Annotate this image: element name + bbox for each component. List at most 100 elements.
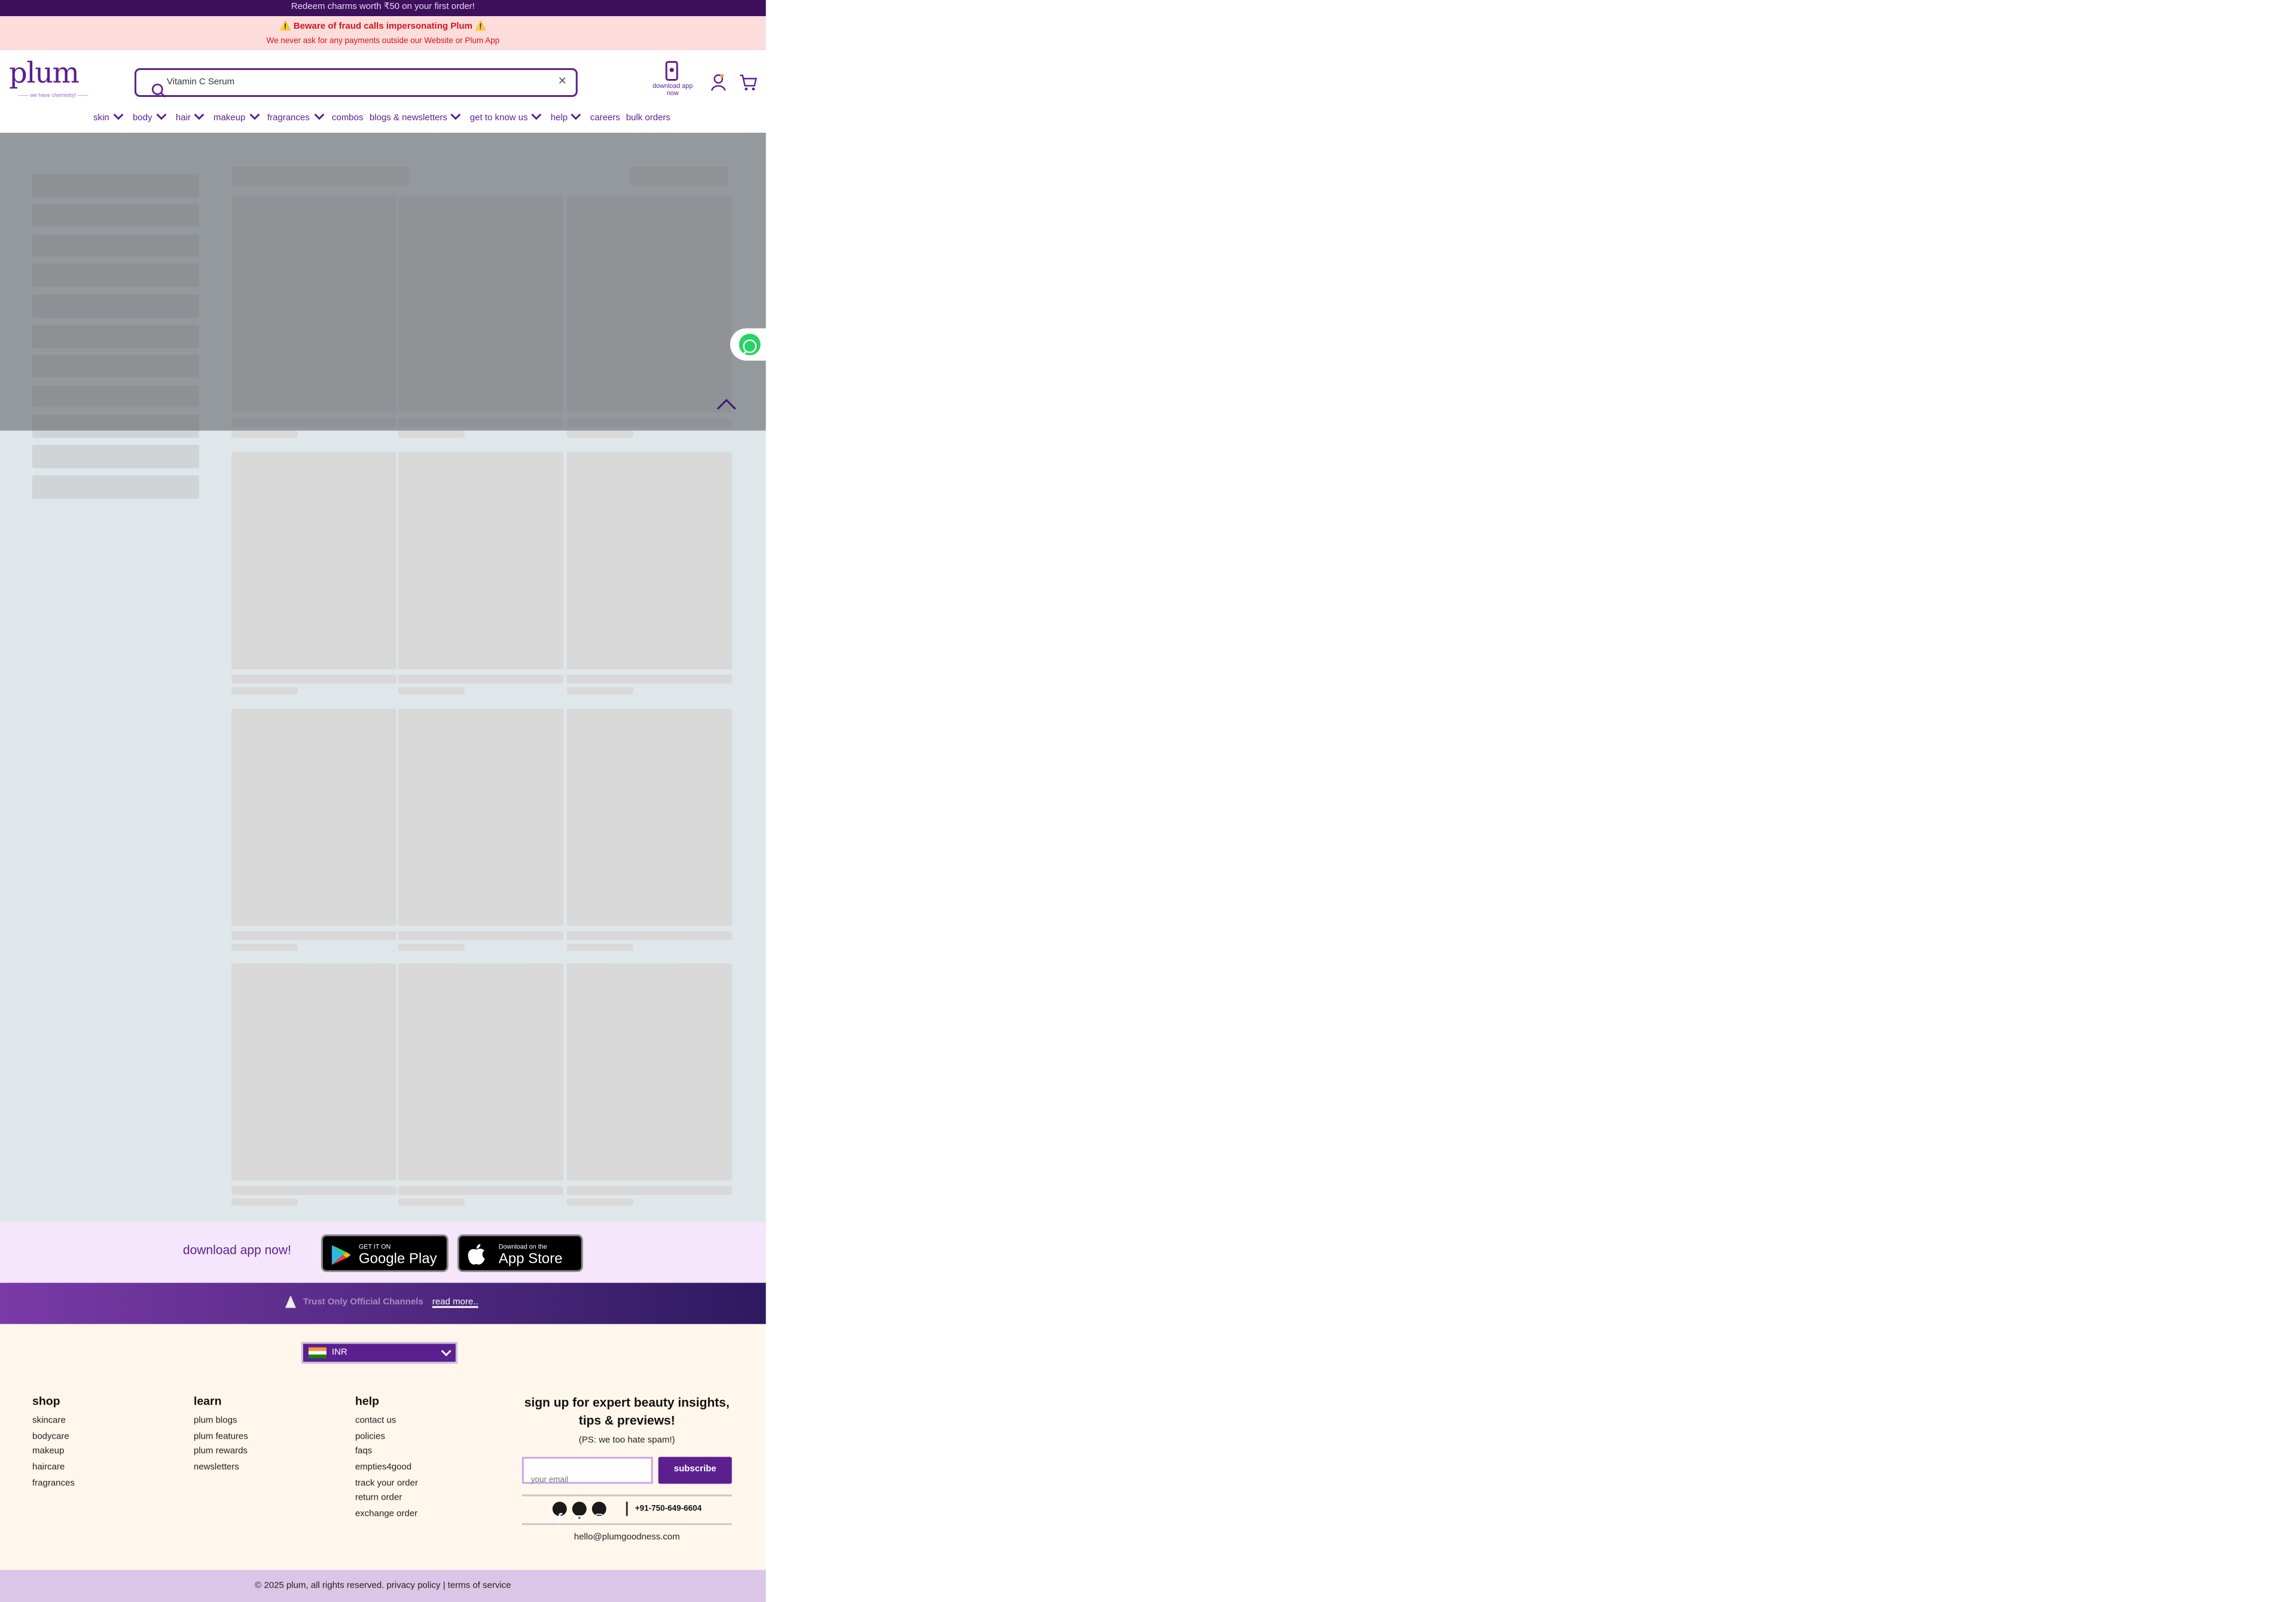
skeleton-product-line bbox=[398, 1186, 563, 1196]
search-bar[interactable]: Vitamin C Serum ✕ bbox=[134, 68, 578, 98]
skeleton-product-line bbox=[398, 943, 465, 951]
footer-link[interactable]: faqs bbox=[355, 1446, 418, 1462]
footer-link[interactable]: haircare bbox=[32, 1463, 75, 1478]
skeleton-product-line bbox=[566, 943, 633, 951]
nav-item-get-to-know-us[interactable]: get to know us bbox=[470, 108, 542, 124]
fraud-subtitle: We never ask for any payments outside ou… bbox=[266, 35, 500, 45]
skeleton-product-line bbox=[566, 687, 633, 695]
chevron-up-icon[interactable] bbox=[716, 388, 737, 410]
email-address[interactable]: hello@plumgoodness.com bbox=[520, 1532, 734, 1543]
skeleton-product-image bbox=[231, 452, 397, 669]
skeleton-product-image bbox=[398, 964, 563, 1181]
chevron-down-icon bbox=[441, 1346, 450, 1356]
logo-tagline: —— we have chemistry! —— bbox=[17, 91, 89, 99]
nav-item-hair[interactable]: hair bbox=[175, 108, 205, 124]
cart-icon[interactable] bbox=[739, 68, 757, 91]
youtube-icon[interactable] bbox=[572, 1502, 587, 1521]
currency-selector[interactable]: INR bbox=[301, 1342, 458, 1364]
skeleton-product-line bbox=[398, 687, 465, 695]
phone-number[interactable]: +91-750-649-6604 bbox=[635, 1503, 702, 1512]
nav-item-makeup[interactable]: makeup bbox=[214, 108, 260, 124]
skeleton-product-line bbox=[566, 1186, 732, 1196]
app-store-button[interactable]: Download on the App Store bbox=[457, 1234, 583, 1272]
trust-text: Trust Only Official Channels bbox=[303, 1297, 423, 1308]
footer-link[interactable]: return order bbox=[355, 1494, 418, 1509]
skeleton-filter-row bbox=[32, 445, 199, 468]
skeleton-product-line bbox=[231, 1199, 298, 1207]
nav-item-body[interactable]: body bbox=[133, 108, 166, 124]
newsletter-signup: sign up for expert beauty insights, tips… bbox=[520, 1396, 734, 1543]
skeleton-product-line bbox=[231, 674, 397, 684]
footer-link[interactable]: fragrances bbox=[32, 1478, 75, 1494]
nav-item-bulk-orders[interactable]: bulk orders bbox=[626, 113, 670, 124]
search-icon[interactable] bbox=[151, 75, 167, 98]
nav-label: hair bbox=[175, 112, 191, 124]
instagram-icon[interactable] bbox=[591, 1502, 606, 1522]
chevron-down-icon bbox=[155, 108, 166, 119]
promo-bar[interactable]: Redeem charms worth ₹50 on your first or… bbox=[0, 0, 766, 16]
nav-item-help[interactable]: help bbox=[550, 108, 582, 124]
skeleton-product-image bbox=[231, 708, 397, 925]
plum-logo[interactable]: plum —— we have chemistry! —— bbox=[8, 55, 89, 99]
close-icon[interactable]: ✕ bbox=[558, 75, 567, 90]
footer-col-help: help contact us policies faqs empties4go… bbox=[355, 1396, 418, 1524]
footer-heading: learn bbox=[193, 1396, 222, 1409]
footer-col-learn: learn plum blogs plum features plum rewa… bbox=[194, 1396, 248, 1478]
nav-item-combos[interactable]: combos bbox=[332, 113, 364, 124]
trust-read-more-link[interactable]: read more.. bbox=[432, 1297, 478, 1308]
footer-link[interactable]: plum blogs bbox=[194, 1415, 248, 1431]
footer-link[interactable]: plum rewards bbox=[194, 1446, 248, 1462]
newsletter-heading: sign up for expert beauty insights, tips… bbox=[524, 1397, 730, 1427]
footer-link[interactable]: makeup bbox=[32, 1446, 75, 1462]
search-input[interactable]: Vitamin C Serum bbox=[167, 77, 234, 88]
chevron-down-icon bbox=[532, 108, 542, 119]
nav-label: help bbox=[550, 112, 568, 124]
skeleton-product-line bbox=[566, 1199, 633, 1207]
chevron-down-icon bbox=[249, 108, 260, 119]
nav-item-careers[interactable]: careers bbox=[590, 113, 620, 124]
skeleton-product-line bbox=[231, 943, 298, 951]
nav-label: blogs & newsletters bbox=[369, 112, 447, 124]
dim-overlay bbox=[0, 132, 766, 431]
whatsapp-button[interactable] bbox=[730, 328, 766, 361]
footer-link[interactable]: bodycare bbox=[32, 1431, 75, 1446]
site-header: plum —— we have chemistry! —— Vitamin C … bbox=[0, 50, 766, 133]
footer-link[interactable]: skincare bbox=[32, 1415, 75, 1431]
footer-heading: shop bbox=[32, 1396, 60, 1409]
copyright-bar: © 2025 plum, all rights reserved. privac… bbox=[0, 1570, 766, 1602]
footer-link[interactable]: plum features bbox=[194, 1431, 248, 1446]
footer-link[interactable]: exchange order bbox=[355, 1509, 418, 1525]
chevron-down-icon bbox=[313, 108, 324, 119]
skeleton-product-line bbox=[398, 930, 563, 940]
footer-link[interactable]: empties4good bbox=[355, 1463, 418, 1478]
subscribe-button[interactable]: subscribe bbox=[658, 1457, 732, 1484]
newsletter-subheading: (PS: we too hate spam!) bbox=[578, 1435, 675, 1446]
footer-link[interactable]: track your order bbox=[355, 1478, 418, 1494]
footer-link[interactable]: policies bbox=[355, 1431, 418, 1446]
app-store-large: App Store bbox=[498, 1250, 563, 1267]
facebook-icon[interactable] bbox=[552, 1502, 567, 1524]
chevron-down-icon bbox=[451, 108, 462, 119]
divider bbox=[522, 1494, 732, 1497]
skeleton-product-line bbox=[231, 930, 397, 940]
skeleton-product-line bbox=[566, 674, 732, 684]
chevron-down-icon bbox=[113, 108, 124, 119]
skeleton-product-line bbox=[566, 930, 732, 940]
chevron-down-icon bbox=[194, 108, 205, 119]
download-app-band: download app now! GET IT ON Google Play … bbox=[0, 1222, 766, 1283]
nav-label: careers bbox=[590, 112, 620, 124]
footer-link[interactable]: newsletters bbox=[194, 1463, 248, 1478]
email-field[interactable] bbox=[523, 1467, 653, 1491]
google-play-icon bbox=[330, 1243, 352, 1275]
google-play-button[interactable]: GET IT ON Google Play bbox=[321, 1234, 449, 1272]
nav-item-fragrances[interactable]: fragrances bbox=[267, 108, 324, 124]
footer-link[interactable]: contact us bbox=[355, 1415, 418, 1431]
app-store-small: Download on the bbox=[498, 1243, 547, 1251]
google-play-small: GET IT ON bbox=[358, 1243, 391, 1251]
download-app-text: download app now! bbox=[182, 1245, 291, 1258]
nav-item-skin[interactable]: skin bbox=[93, 108, 124, 124]
account-icon[interactable] bbox=[711, 68, 727, 91]
logo-word: plum bbox=[8, 55, 80, 90]
nav-item-blogs[interactable]: blogs & newsletters bbox=[369, 108, 462, 124]
footer-col-shop: shop skincare bodycare makeup haircare f… bbox=[32, 1396, 75, 1493]
